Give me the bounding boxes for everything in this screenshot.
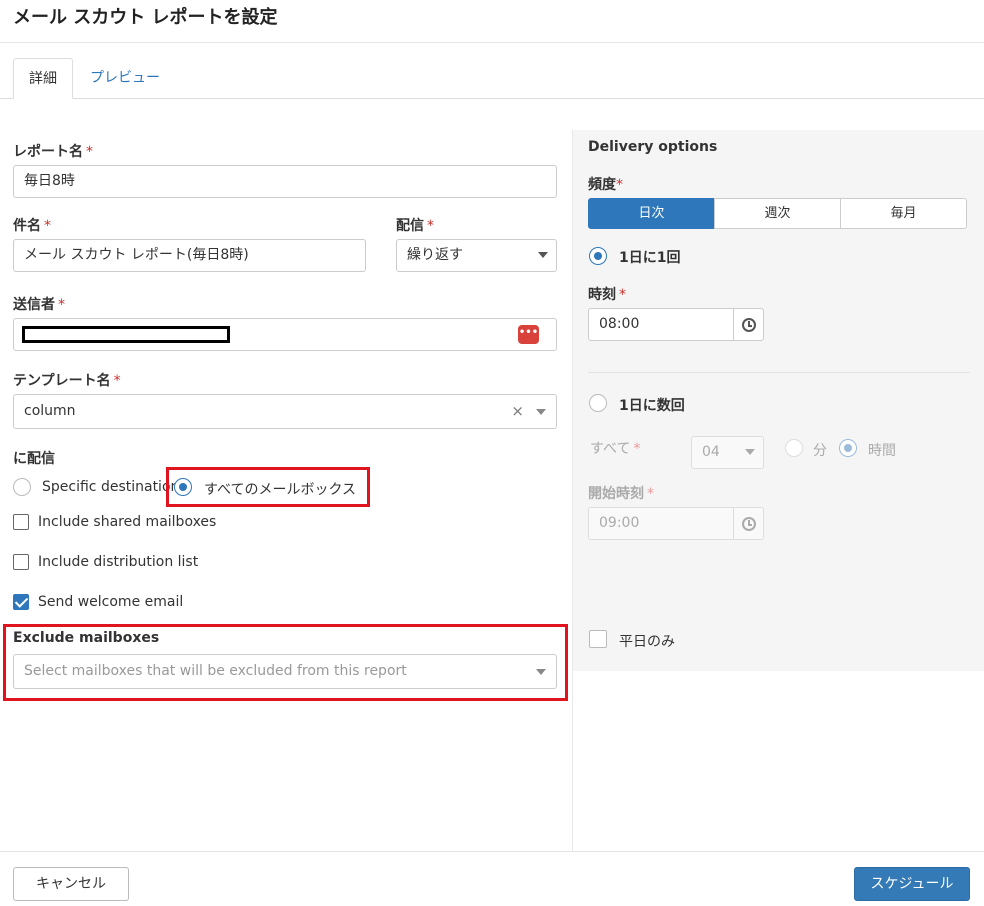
start-time-label: 開始時刻 * (588, 486, 654, 502)
template-select-value: column (24, 403, 76, 419)
hours-label: 時間 (868, 443, 896, 459)
chevron-down-icon (536, 669, 546, 675)
once-a-day-radio[interactable] (589, 247, 607, 265)
include-distribution-checkbox[interactable] (13, 554, 29, 570)
weekdays-only-checkbox[interactable] (589, 630, 607, 648)
frequency-daily[interactable]: 日次 (588, 198, 715, 229)
send-welcome-checkbox[interactable] (13, 594, 29, 610)
chevron-down-icon (538, 252, 548, 258)
weekdays-only-label: 平日のみ (619, 634, 675, 650)
time-input[interactable]: 08:00 (588, 308, 734, 341)
include-shared-label: Include shared mailboxes (38, 514, 217, 530)
subject-input[interactable]: メール スカウト レポート(毎日8時) (13, 239, 366, 272)
minutes-radio[interactable] (785, 439, 803, 457)
dialog-header: メール スカウト レポートを設定 (0, 0, 984, 43)
vertical-divider (572, 130, 573, 852)
every-select[interactable]: 04 (691, 436, 764, 469)
template-label: テンプレート名 * (13, 373, 121, 389)
exclude-mailboxes-placeholder: Select mailboxes that will be excluded f… (24, 663, 407, 679)
schedule-button[interactable]: スケジュール (854, 867, 970, 901)
deliver-to-label: に配信 (13, 451, 55, 467)
start-time-picker-button[interactable] (733, 507, 764, 540)
delivery-select-value: 繰り返す (407, 247, 463, 263)
minutes-label: 分 (813, 443, 827, 459)
frequency-weekly[interactable]: 週次 (714, 198, 841, 229)
multiple-times-radio[interactable] (589, 394, 607, 412)
redacted-sender-value (22, 326, 230, 343)
time-label: 時刻 * (588, 287, 626, 303)
tab-preview[interactable]: プレビュー (90, 58, 160, 99)
subject-label: 件名 * (13, 218, 51, 234)
every-select-value: 04 (702, 444, 720, 460)
template-select[interactable]: column × (13, 394, 557, 429)
include-distribution-label: Include distribution list (38, 554, 199, 570)
all-mailboxes-label: すべてのメールボックス (204, 482, 357, 498)
hours-radio[interactable] (839, 439, 857, 457)
dialog-title: メール スカウト レポートを設定 (13, 7, 278, 28)
specific-destination-radio[interactable] (13, 478, 31, 496)
tab-details[interactable]: 詳細 (13, 58, 73, 99)
time-picker-button[interactable] (733, 308, 764, 341)
delivery-options-title: Delivery options (588, 139, 718, 155)
chevron-down-icon (745, 449, 755, 455)
multiple-times-label: 1日に数回 (619, 398, 685, 414)
chevron-down-icon (536, 409, 546, 415)
clock-icon (742, 517, 756, 531)
exclude-mailboxes-select[interactable]: Select mailboxes that will be excluded f… (13, 654, 557, 689)
sender-label: 送信者 * (13, 297, 65, 313)
frequency-monthly[interactable]: 毎月 (840, 198, 967, 229)
delivery-select[interactable]: 繰り返す (396, 239, 557, 272)
delivery-label: 配信 * (396, 218, 434, 234)
report-name-input[interactable]: 毎日8時 (13, 165, 557, 198)
clock-icon (742, 318, 756, 332)
include-shared-checkbox[interactable] (13, 514, 29, 530)
options-divider (588, 372, 970, 373)
all-mailboxes-radio[interactable] (174, 478, 192, 496)
once-a-day-label: 1日に1回 (619, 250, 681, 266)
more-options-icon[interactable]: ••• (518, 325, 539, 344)
frequency-label: 頻度* (588, 177, 623, 193)
clear-icon[interactable]: × (511, 395, 524, 428)
start-time-input[interactable]: 09:00 (588, 507, 734, 540)
cancel-button[interactable]: キャンセル (13, 867, 129, 901)
exclude-mailboxes-label: Exclude mailboxes (13, 630, 160, 646)
specific-destination-label: Specific destination (42, 479, 180, 495)
send-welcome-label: Send welcome email (38, 594, 184, 610)
every-label: すべて * (590, 441, 641, 457)
dialog-footer (0, 851, 984, 906)
report-name-label: レポート名 * (13, 144, 93, 160)
